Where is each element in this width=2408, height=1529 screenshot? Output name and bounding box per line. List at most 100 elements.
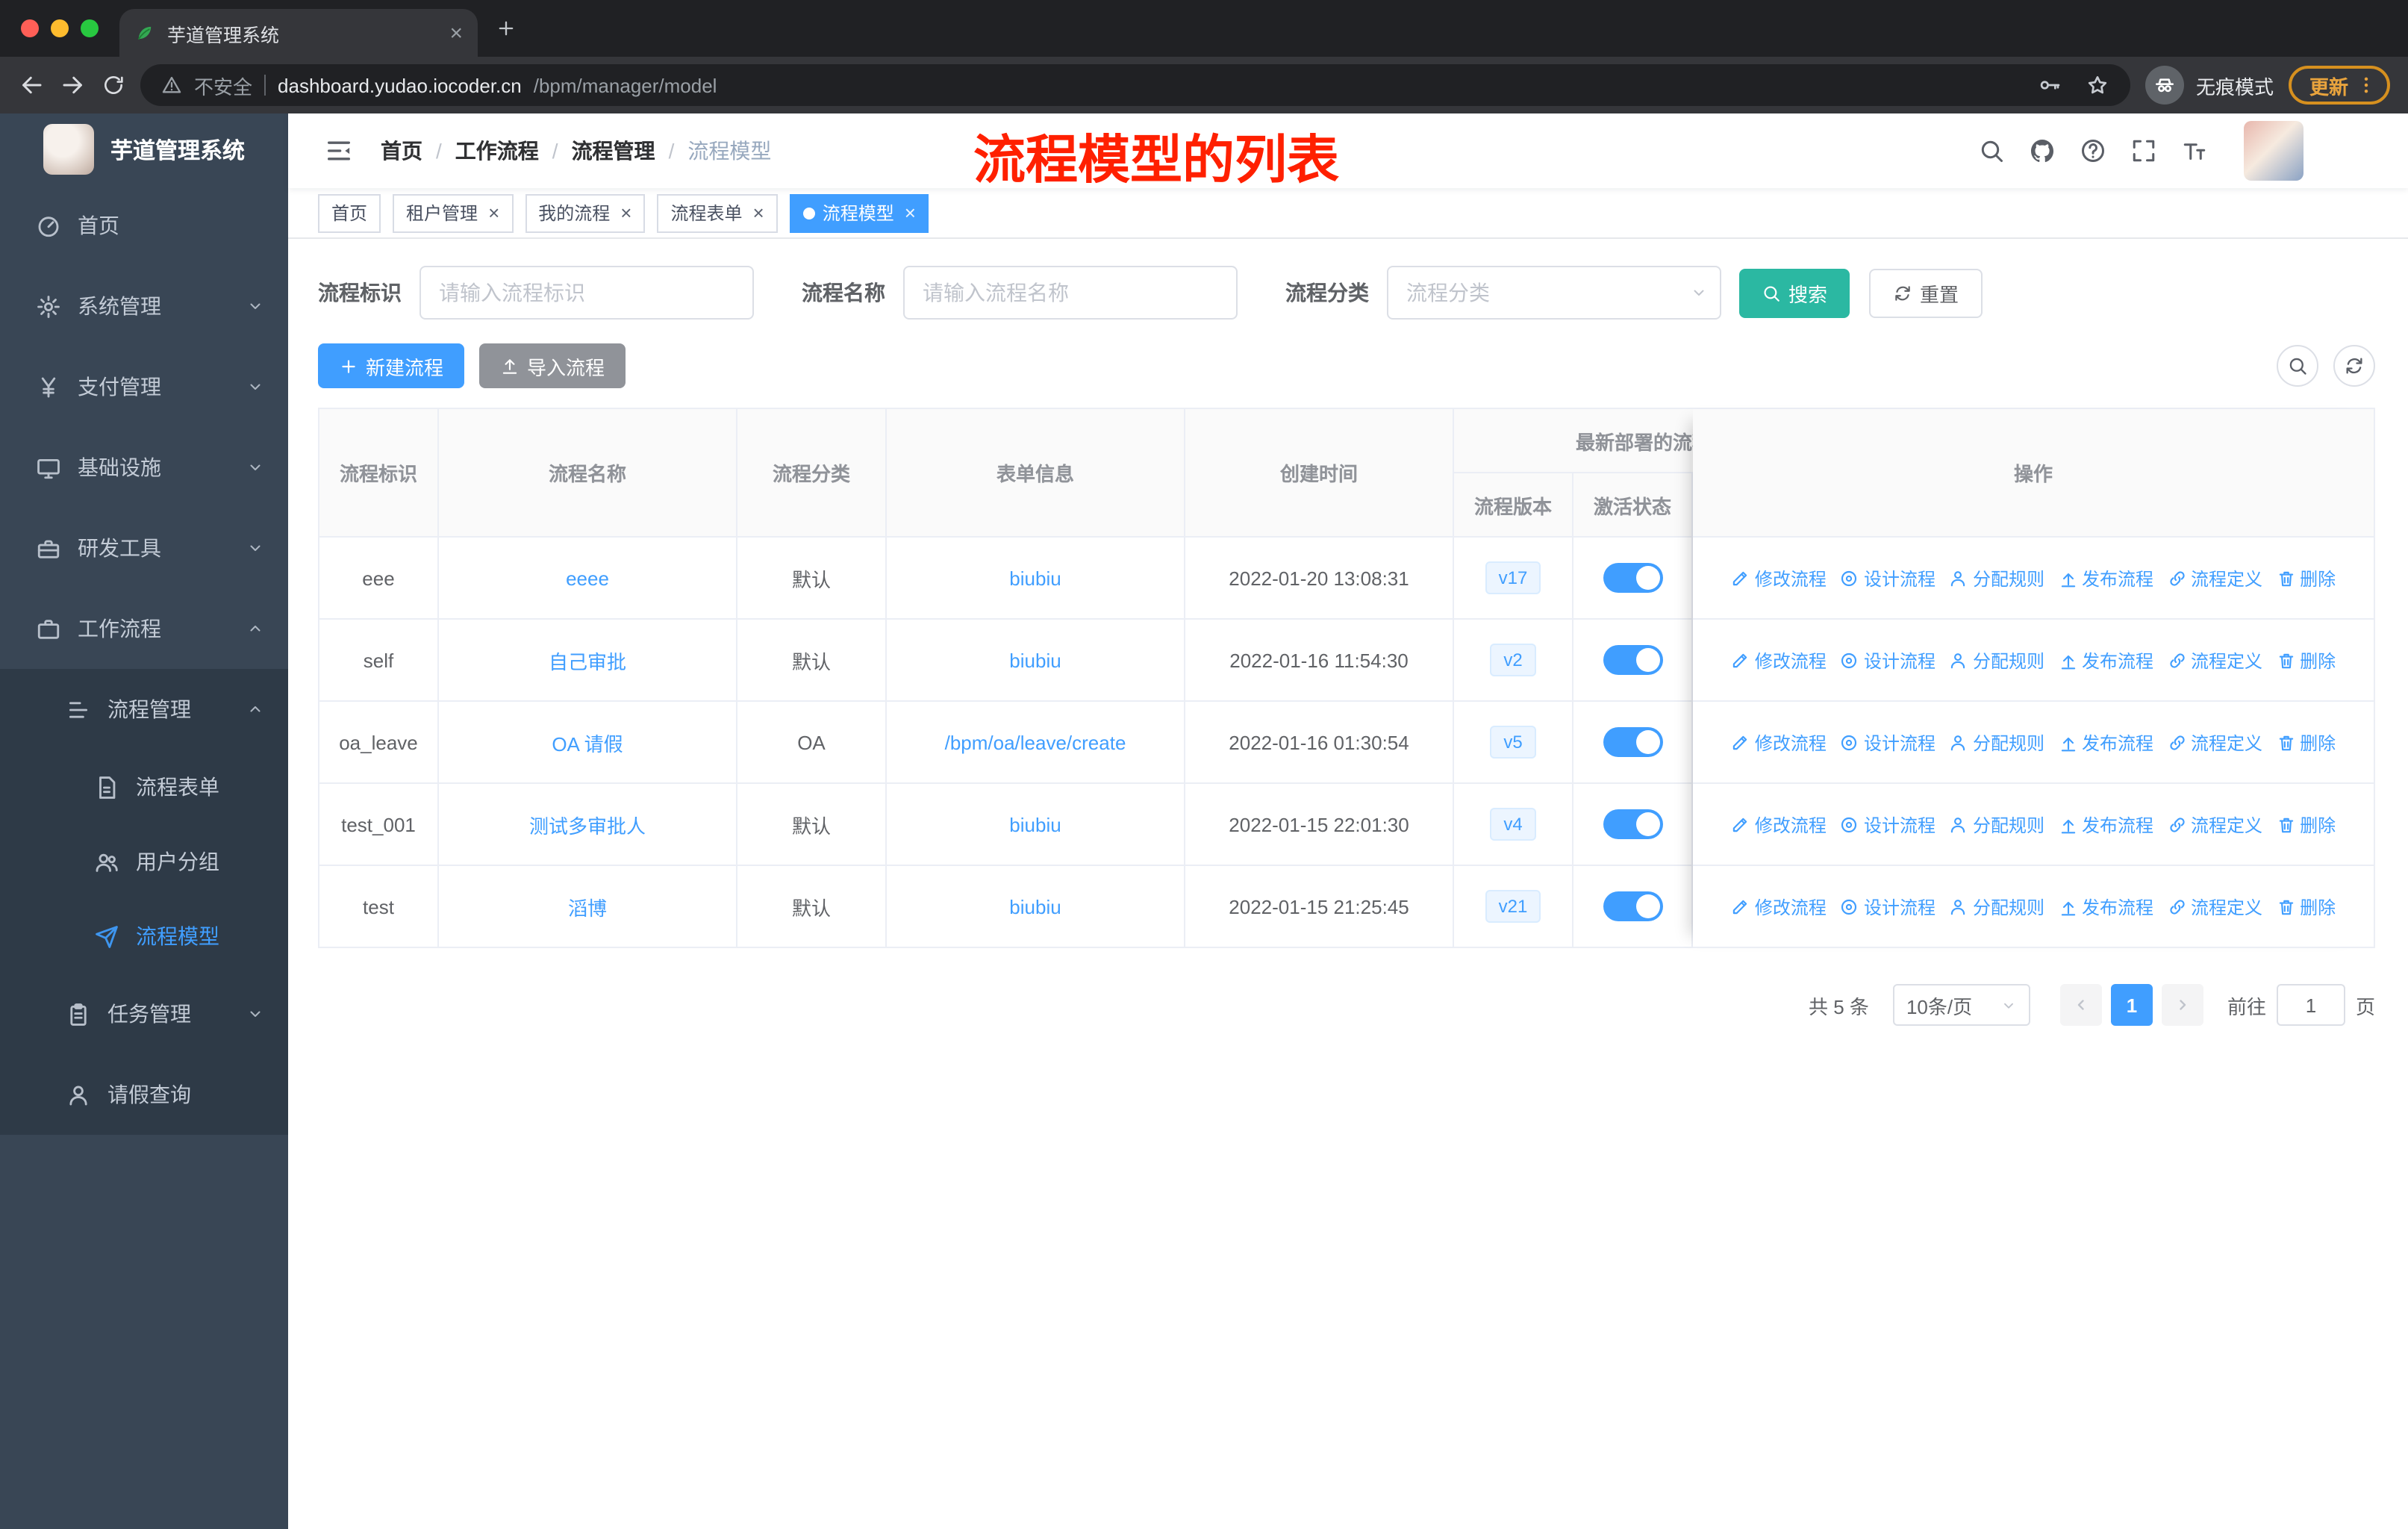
window-zoom-button[interactable] bbox=[81, 19, 99, 37]
view-tag-4[interactable]: 流程模型 × bbox=[789, 193, 929, 232]
process-name-input[interactable] bbox=[903, 266, 1238, 320]
active-toggle[interactable] bbox=[1603, 645, 1662, 675]
active-toggle[interactable] bbox=[1603, 809, 1662, 839]
edit-action-link[interactable]: 修改流程 bbox=[1731, 647, 1827, 673]
sidebar-item-home[interactable]: 首页 bbox=[0, 185, 288, 266]
design-action-link[interactable]: 设计流程 bbox=[1840, 894, 1936, 919]
delete-action-link[interactable]: 删除 bbox=[2276, 565, 2336, 591]
process-key-input[interactable] bbox=[419, 266, 754, 320]
page-size-select[interactable]: 10条/页 bbox=[1892, 984, 2030, 1026]
active-toggle[interactable] bbox=[1603, 891, 1662, 921]
form-info-link[interactable]: biubiu bbox=[1009, 649, 1061, 671]
browser-tab[interactable]: 芋道管理系统 × bbox=[119, 9, 478, 57]
sidebar-item-task-management[interactable]: 任务管理 bbox=[0, 974, 288, 1054]
form-info-link[interactable]: biubiu bbox=[1009, 813, 1061, 835]
sidebar-item-payment[interactable]: 支付管理 bbox=[0, 346, 288, 427]
process-name-link[interactable]: 自己审批 bbox=[549, 646, 626, 674]
kebab-menu-icon[interactable] bbox=[2356, 75, 2377, 96]
search-button[interactable]: 搜索 bbox=[1739, 268, 1850, 317]
goto-page-input[interactable] bbox=[2276, 984, 2345, 1026]
active-toggle[interactable] bbox=[1603, 563, 1662, 593]
assign-action-link[interactable]: 分配规则 bbox=[1949, 812, 2044, 837]
delete-action-link[interactable]: 删除 bbox=[2276, 647, 2336, 673]
view-tag-3[interactable]: 流程表单 × bbox=[657, 193, 778, 232]
fullscreen-button[interactable] bbox=[2130, 137, 2157, 164]
reload-icon[interactable] bbox=[102, 73, 125, 97]
design-action-link[interactable]: 设计流程 bbox=[1840, 565, 1936, 591]
delete-action-link[interactable]: 删除 bbox=[2276, 729, 2336, 755]
process-name-link[interactable]: 测试多审批人 bbox=[529, 810, 646, 838]
view-tag-2[interactable]: 我的流程 × bbox=[525, 193, 646, 232]
key-icon[interactable] bbox=[2038, 73, 2062, 97]
active-toggle[interactable] bbox=[1603, 727, 1662, 757]
tag-close-icon[interactable]: × bbox=[620, 203, 631, 222]
category-select[interactable] bbox=[1387, 266, 1721, 320]
process-name-link[interactable]: 滔博 bbox=[568, 892, 607, 921]
tag-close-icon[interactable]: × bbox=[753, 203, 764, 222]
browser-update-button[interactable]: 更新 bbox=[2288, 66, 2390, 105]
form-info-link[interactable]: biubiu bbox=[1009, 567, 1061, 589]
toggle-search-button[interactable] bbox=[2277, 345, 2318, 387]
link-action-link[interactable]: 流程定义 bbox=[2167, 894, 2262, 919]
publish-action-link[interactable]: 发布流程 bbox=[2058, 647, 2153, 673]
assign-action-link[interactable]: 分配规则 bbox=[1949, 894, 2044, 919]
publish-action-link[interactable]: 发布流程 bbox=[2058, 812, 2153, 837]
sidebar-item-leave-query[interactable]: 请假查询 bbox=[0, 1054, 288, 1135]
import-process-button[interactable]: 导入流程 bbox=[479, 343, 626, 388]
refresh-table-button[interactable] bbox=[2333, 345, 2375, 387]
create-process-button[interactable]: 新建流程 bbox=[318, 343, 465, 388]
sidebar-item-process-management[interactable]: 流程管理 bbox=[0, 669, 288, 750]
form-info-link[interactable]: /bpm/oa/leave/create bbox=[945, 731, 1126, 753]
publish-action-link[interactable]: 发布流程 bbox=[2058, 894, 2153, 919]
breadcrumb-item-home[interactable]: 首页 bbox=[381, 136, 422, 166]
header-search-button[interactable] bbox=[1978, 137, 2005, 164]
bookmark-star-icon[interactable] bbox=[2086, 73, 2109, 97]
sidebar-item-system[interactable]: 系统管理 bbox=[0, 266, 288, 346]
publish-action-link[interactable]: 发布流程 bbox=[2058, 729, 2153, 755]
delete-action-link[interactable]: 删除 bbox=[2276, 894, 2336, 919]
address-bar[interactable]: 不安全 dashboard.yudao.iocoder.cn /bpm/mana… bbox=[140, 64, 2130, 106]
sidebar-item-process-model[interactable]: 流程模型 bbox=[0, 899, 288, 974]
process-name-link[interactable]: eeee bbox=[566, 567, 609, 589]
sidebar-item-workflow[interactable]: 工作流程 bbox=[0, 588, 288, 669]
tab-close-icon[interactable]: × bbox=[449, 22, 463, 44]
design-action-link[interactable]: 设计流程 bbox=[1840, 729, 1936, 755]
assign-action-link[interactable]: 分配规则 bbox=[1949, 565, 2044, 591]
view-tag-0[interactable]: 首页 bbox=[318, 193, 381, 232]
assign-action-link[interactable]: 分配规则 bbox=[1949, 647, 2044, 673]
publish-action-link[interactable]: 发布流程 bbox=[2058, 565, 2153, 591]
sidebar-item-devtools[interactable]: 研发工具 bbox=[0, 508, 288, 588]
edit-action-link[interactable]: 修改流程 bbox=[1731, 729, 1827, 755]
previous-page-button[interactable] bbox=[2059, 984, 2102, 1026]
link-action-link[interactable]: 流程定义 bbox=[2167, 565, 2262, 591]
sidebar-toggle-button[interactable] bbox=[324, 136, 354, 166]
sidebar-item-process-form[interactable]: 流程表单 bbox=[0, 750, 288, 824]
forward-icon[interactable] bbox=[60, 72, 87, 99]
user-avatar[interactable] bbox=[2244, 121, 2303, 181]
form-info-link[interactable]: biubiu bbox=[1009, 895, 1061, 918]
link-action-link[interactable]: 流程定义 bbox=[2167, 647, 2262, 673]
breadcrumb-item-process-management[interactable]: 流程管理 bbox=[572, 136, 655, 166]
breadcrumb-item-workflow[interactable]: 工作流程 bbox=[455, 136, 539, 166]
tag-close-icon[interactable]: × bbox=[905, 203, 916, 222]
edit-action-link[interactable]: 修改流程 bbox=[1731, 894, 1827, 919]
font-size-button[interactable] bbox=[2181, 137, 2208, 164]
view-tag-1[interactable]: 租户管理 × bbox=[393, 193, 514, 232]
back-icon[interactable] bbox=[18, 72, 45, 99]
github-link[interactable] bbox=[2029, 137, 2056, 164]
edit-action-link[interactable]: 修改流程 bbox=[1731, 565, 1827, 591]
window-minimize-button[interactable] bbox=[51, 19, 69, 37]
link-action-link[interactable]: 流程定义 bbox=[2167, 812, 2262, 837]
tag-close-icon[interactable]: × bbox=[488, 203, 499, 222]
new-tab-button[interactable] bbox=[496, 18, 517, 39]
next-page-button[interactable] bbox=[2161, 984, 2203, 1026]
process-name-link[interactable]: OA 请假 bbox=[552, 728, 623, 756]
design-action-link[interactable]: 设计流程 bbox=[1840, 647, 1936, 673]
app-logo-row[interactable]: 芋道管理系统 bbox=[0, 113, 288, 185]
assign-action-link[interactable]: 分配规则 bbox=[1949, 729, 2044, 755]
sidebar-item-user-group[interactable]: 用户分组 bbox=[0, 824, 288, 899]
design-action-link[interactable]: 设计流程 bbox=[1840, 812, 1936, 837]
help-button[interactable] bbox=[2080, 137, 2106, 164]
sidebar-item-infrastructure[interactable]: 基础设施 bbox=[0, 427, 288, 508]
reset-button[interactable]: 重置 bbox=[1869, 268, 1983, 317]
